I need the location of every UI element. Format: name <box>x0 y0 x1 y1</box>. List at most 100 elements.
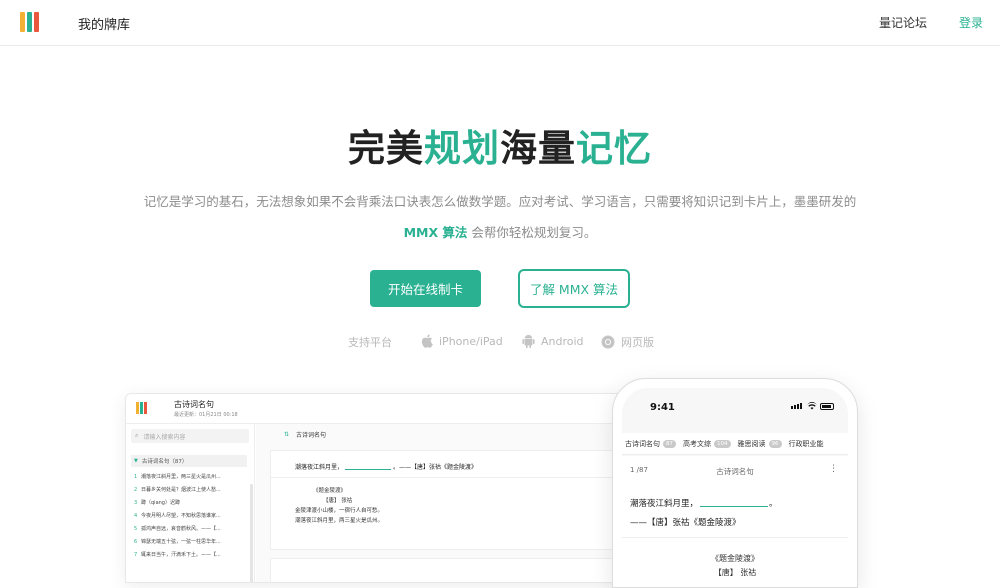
tab-count-badge: 104 <box>714 439 731 448</box>
battery-icon <box>820 402 834 410</box>
hero-description-line-2: MMX 算法 会帮你轻松规划复习。 <box>0 222 1000 241</box>
phone-screen: 9:41 古诗词名句 87 高考文综 104 雅思阅读 96 行政职业能 1 /87 … <box>622 388 848 587</box>
breadcrumb: ⇅ 古诗词名句 <box>284 430 326 439</box>
question-text: 潮落夜江斜月里， <box>630 499 699 509</box>
top-navbar: 我的牌库 量记论坛 登录 <box>0 0 1000 46</box>
desktop-app-preview: 古诗词名句 最近更新：01月21日 00:18 ⌕ 请输入搜索内容 ▼ 古诗词名… <box>125 393 625 583</box>
tab-label: 雅思阅读 <box>737 439 766 448</box>
divider <box>271 477 617 478</box>
tab-label: 古诗词名句 <box>625 439 660 448</box>
card-preview[interactable]: 潮落夜江斜月里， 。——【唐】张祜《题金陵渡》 《题金陵渡》 【唐】 张祜 金陵津… <box>270 450 617 550</box>
card-index: 3 <box>134 499 138 506</box>
hero-title-part-4: 记忆 <box>576 127 652 170</box>
status-icons <box>791 402 834 410</box>
card-index: 6 <box>134 538 138 545</box>
divider <box>622 537 848 538</box>
card-index: 4 <box>134 512 138 519</box>
caret-down-icon: ▼ <box>134 458 138 464</box>
card-text: 潮落夜江斜月里，两三星火是瓜州... <box>141 474 221 480</box>
deck-tree-title: 古诗词名句（87） <box>141 459 188 465</box>
platform-android[interactable]: Android <box>522 334 584 348</box>
mmx-algorithm-link[interactable]: MMX 算法 <box>404 225 468 240</box>
card-index: 2 <box>134 486 138 493</box>
learn-mmx-button[interactable]: 了解 MMX 算法 <box>518 269 630 308</box>
card-list-item[interactable]: 6 锦瑟无端五十弦，一弦一柱思华年... <box>131 535 249 548</box>
hero-title-part-1: 完美 <box>348 127 424 170</box>
poem-title: 《题金陵渡》 <box>711 554 759 563</box>
answer-line: 金陵津渡小山楼，一宿行人自可愁。 <box>295 508 384 514</box>
card-index: 7 <box>134 551 138 558</box>
phone-card-question: 潮落夜江斜月里， 。 <box>630 497 778 509</box>
platform-web-label: 网页版 <box>621 336 654 349</box>
tab-count-badge: 87 <box>663 439 676 448</box>
signal-icon <box>791 403 803 409</box>
more-icon[interactable]: ⋮ <box>829 464 838 474</box>
answer-line: 《题金陵渡》 <box>313 488 347 494</box>
tab-label: 行政职业能 <box>788 439 824 448</box>
card-list-item[interactable]: 5 孤鸿声自远，哀音鹤秋风。——【... <box>131 522 249 535</box>
phone-card: 1 /87 古诗词名句 ⋮ 潮落夜江斜月里，。 ——【唐】张祜《题金陵渡》 《题… <box>622 456 848 587</box>
card-preview-next[interactable] <box>270 558 616 582</box>
my-decks-link[interactable]: 我的牌库 <box>78 14 130 33</box>
desktop-preview-topbar: 古诗词名句 最近更新：01月21日 00:18 <box>126 394 624 424</box>
deck-sidebar: ⌕ 请输入搜索内容 ▼ 古诗词名句（87） 1 潮落夜江斜月里，两三星火是瓜州..… <box>126 424 255 582</box>
hero-description-line-1: 记忆是学习的基石，无法想象如果不会背乘法口诀表怎么做数学题。应对考试、学习语言，… <box>143 194 857 209</box>
cloze-blank <box>345 469 392 470</box>
hero-title: 完美规划海量记忆 <box>0 118 1000 172</box>
apple-icon <box>421 334 433 348</box>
card-text: 蹲（qiang）迟蹲 <box>141 500 180 506</box>
wifi-icon <box>807 402 817 410</box>
card-text: 日暮乡关何处是？烟波江上使人愁... <box>141 487 221 493</box>
cloze-blank <box>700 506 769 507</box>
forum-link[interactable]: 量记论坛 <box>879 14 927 31</box>
card-text: 辄来日当午，汗滴禾下土。——【... <box>141 552 221 558</box>
chrome-icon <box>601 335 615 349</box>
card-index: 5 <box>134 525 138 532</box>
app-logo-icon[interactable] <box>20 12 40 32</box>
card-question: 潮落夜江斜月里， 。——【唐】张祜《题金陵渡》 <box>295 462 477 471</box>
tab-deck-ielts[interactable]: 雅思阅读 96 <box>738 439 782 449</box>
question-end: 。 <box>769 499 778 509</box>
start-making-cards-button[interactable]: 开始在线制卡 <box>370 270 481 307</box>
deck-tabs: 古诗词名句 87 高考文综 104 雅思阅读 96 行政职业能 <box>622 433 848 455</box>
tab-deck-civil-service[interactable]: 行政职业能 <box>789 439 824 449</box>
platform-android-label: Android <box>541 334 584 348</box>
card-text: 今夜月明人尽望，不知秋思落谁家... <box>141 513 221 519</box>
deck-tree-header[interactable]: ▼ 古诗词名句（87） <box>131 455 247 467</box>
card-list-item[interactable]: 3 蹲（qiang）迟蹲 <box>131 496 249 509</box>
hero-title-part-2: 规划 <box>424 127 500 170</box>
tab-count-badge: 96 <box>768 439 782 448</box>
platform-web[interactable]: 网页版 <box>601 334 654 350</box>
mini-logo-icon <box>136 402 147 414</box>
question-text: 潮落夜江斜月里， <box>295 464 344 471</box>
card-list-item[interactable]: 4 今夜月明人尽望，不知秋思落谁家... <box>131 509 249 522</box>
phone-card-source: ——【唐】张祜《题金陵渡》 <box>630 518 741 528</box>
platform-ios[interactable]: iPhone/iPad <box>420 334 503 348</box>
android-icon <box>522 334 535 348</box>
question-source: 。——【唐】张祜《题金陵渡》 <box>393 464 478 471</box>
card-editor-area: ⇅ 古诗词名句 潮落夜江斜月里， 。——【唐】张祜《题金陵渡》 《题金陵渡》 【唐… <box>256 424 624 582</box>
phone-card-title: 古诗词名句 <box>716 467 754 476</box>
status-time: 9:41 <box>650 402 675 413</box>
deck-icon: ⇅ <box>284 431 290 438</box>
card-index: 1 <box>134 473 138 480</box>
card-list: 1 潮落夜江斜月里，两三星火是瓜州... 2 日暮乡关何处是？烟波江上使人愁... … <box>131 470 249 561</box>
card-list-item[interactable]: 1 潮落夜江斜月里，两三星火是瓜州... <box>131 470 249 483</box>
card-list-item[interactable]: 7 辄来日当午，汗滴禾下土。——【... <box>131 548 249 561</box>
deck-search-placeholder: 请输入搜索内容 <box>143 433 186 441</box>
tab-deck-liberal-arts[interactable]: 高考文综 104 <box>683 439 731 449</box>
sidebar-scrollbar[interactable] <box>250 484 253 582</box>
search-icon: ⌕ <box>135 432 139 439</box>
phone-app-preview: 9:41 古诗词名句 87 高考文综 104 雅思阅读 96 行政职业能 1 /87 … <box>612 378 858 588</box>
card-list-item[interactable]: 2 日暮乡关何处是？烟波江上使人愁... <box>131 483 249 496</box>
tab-deck-poetry[interactable]: 古诗词名句 87 <box>625 439 676 449</box>
platforms-label: 支持平台 <box>348 336 392 349</box>
login-link[interactable]: 登录 <box>959 14 983 31</box>
answer-line: 潮落夜江斜月里，两三星火是瓜州。 <box>295 518 384 524</box>
platform-ios-label: iPhone/iPad <box>439 334 503 348</box>
hero-title-part-3: 海量 <box>500 127 576 170</box>
card-text: 锦瑟无端五十弦，一弦一柱思华年... <box>141 539 221 545</box>
deck-updated-time: 最近更新：01月21日 00:18 <box>174 412 238 418</box>
card-text: 孤鸿声自远，哀音鹤秋风。——【... <box>141 526 221 532</box>
deck-search-input[interactable]: ⌕ 请输入搜索内容 <box>131 429 249 443</box>
